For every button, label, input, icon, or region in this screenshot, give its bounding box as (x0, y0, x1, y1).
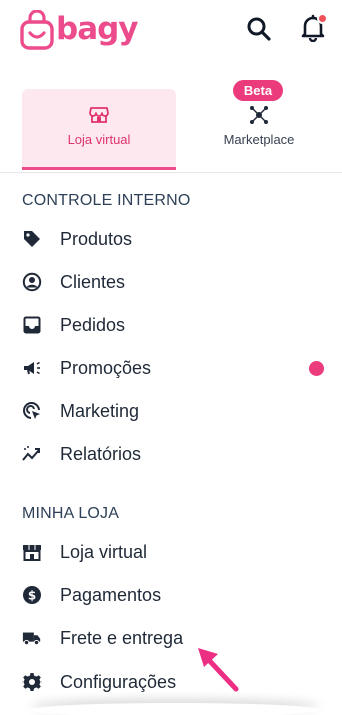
tab-label: Marketplace (223, 132, 295, 147)
shopping-bag-logo-icon (20, 10, 54, 50)
tab-label: Loja virtual (67, 132, 131, 147)
tab-marketplace[interactable]: Marketplace (182, 89, 336, 170)
gear-icon (22, 672, 42, 692)
tag-icon (22, 229, 42, 249)
tab-loja-virtual[interactable]: Loja virtual (22, 89, 176, 170)
divider (0, 172, 342, 173)
channel-tabs: Loja virtual Marketplace Beta (22, 80, 322, 172)
dollar-circle-icon: $ (22, 585, 42, 605)
menu-item-label: Frete e entrega (60, 627, 184, 648)
menu-item-label: Promoções (60, 357, 152, 378)
menu-item-label: Clientes (60, 271, 126, 292)
menu-item-marketing[interactable]: Marketing (22, 394, 332, 428)
user-circle-icon (22, 272, 42, 292)
menu-item-label: Marketing (60, 400, 140, 421)
menu-item-label: Configurações (60, 671, 177, 692)
menu-item-promocoes[interactable]: Promoções (22, 351, 332, 385)
menu-item-loja-virtual[interactable]: Loja virtual (22, 535, 332, 569)
search-button[interactable] (243, 13, 275, 45)
menu-item-relatorios[interactable]: Relatórios (22, 437, 332, 471)
menu-item-label: Pagamentos (60, 584, 162, 605)
pointer-arrow-icon (198, 648, 239, 692)
search-icon (247, 17, 271, 41)
inbox-icon (22, 315, 42, 335)
section-title-controle-interno: CONTROLE INTERNO (22, 192, 191, 209)
menu-item-label: Loja virtual (60, 541, 148, 562)
trend-chart-icon (22, 444, 42, 464)
menu-item-frete-e-entrega[interactable]: Frete e entrega (22, 621, 332, 655)
menu-item-produtos[interactable]: Produtos (22, 222, 332, 256)
menu-item-label: Pedidos (60, 314, 126, 335)
menu-item-pagamentos[interactable]: $ Pagamentos (22, 578, 332, 612)
svg-text:$: $ (28, 589, 36, 603)
menu-item-clientes[interactable]: Clientes (22, 265, 332, 299)
megaphone-icon (22, 358, 42, 378)
menu-item-pedidos[interactable]: Pedidos (22, 308, 332, 342)
truck-icon (22, 628, 42, 648)
new-indicator-dot (309, 360, 324, 376)
section-title-minha-loja: MINHA LOJA (22, 505, 120, 522)
store-icon (88, 104, 110, 126)
storefront-icon (22, 542, 42, 562)
notification-dot (317, 13, 328, 24)
menu-item-configuracoes[interactable]: Configurações (22, 665, 332, 699)
marketplace-network-icon (248, 104, 270, 126)
menu-item-label: Relatórios (60, 443, 142, 464)
brand-name: bagy (56, 11, 139, 47)
menu-item-label: Produtos (60, 228, 133, 249)
header: bagy (0, 0, 342, 70)
beta-badge: Beta (233, 80, 283, 101)
target-cursor-icon (22, 401, 42, 421)
notifications-button[interactable] (297, 12, 329, 44)
bagy-logo[interactable]: bagy (20, 8, 139, 52)
bottom-shadow (30, 703, 320, 715)
